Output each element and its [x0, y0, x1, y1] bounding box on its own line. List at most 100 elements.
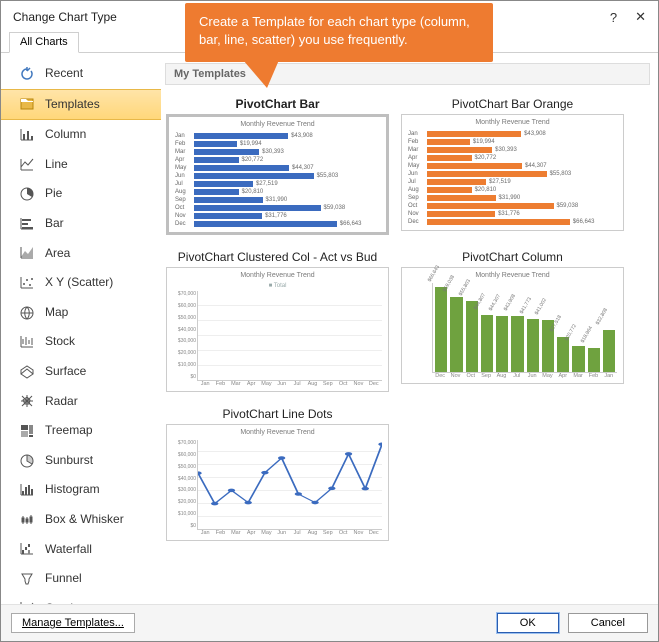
sidebar-item-label: Templates	[45, 94, 100, 116]
col-bar: $44,807	[481, 315, 493, 372]
bar-row: Nov $31,776	[408, 210, 617, 218]
chart-subtitle: Monthly Revenue Trend	[175, 121, 380, 128]
chart-type-icon	[19, 96, 35, 112]
ok-button[interactable]: OK	[497, 613, 559, 633]
bar-row: Apr $20,772	[408, 154, 617, 162]
template-thumb[interactable]: PivotChart Bar Monthly Revenue Trend Jan…	[165, 93, 390, 236]
chart-type-icon	[19, 127, 35, 143]
sidebar-item-histogram[interactable]: Histogram	[1, 475, 161, 505]
sidebar-item-bar[interactable]: Bar	[1, 209, 161, 239]
gallery-heading: My Templates	[165, 63, 650, 85]
chart-type-icon	[19, 157, 35, 173]
sidebar-item-line[interactable]: Line	[1, 150, 161, 180]
chart-type-icon	[19, 393, 35, 409]
chart-type-icon	[19, 216, 35, 232]
cancel-button[interactable]: Cancel	[568, 613, 648, 633]
chart-type-icon	[19, 186, 35, 202]
sidebar-item-templates[interactable]: Templates	[1, 89, 161, 121]
column-chart-area: $66,643$59,038$55,803$44,807$44,307$43,9…	[432, 283, 617, 373]
bar-row: Jun $55,803	[408, 170, 617, 178]
close-button[interactable]: ✕	[635, 9, 646, 25]
sidebar-item-recent[interactable]: Recent	[1, 59, 161, 89]
bar-row: May $44,307	[408, 162, 617, 170]
chart-subtitle: Monthly Revenue Trend	[408, 119, 617, 126]
sidebar-item-surface[interactable]: Surface	[1, 357, 161, 387]
sidebar-item-label: Area	[45, 243, 70, 265]
sidebar-item-stock[interactable]: Stock	[1, 327, 161, 357]
bar-row: Nov $31,776	[175, 212, 380, 220]
col-bar: $20,772	[572, 346, 584, 372]
bar-row: Jul $27,519	[408, 178, 617, 186]
sidebar-item-label: Line	[45, 154, 68, 176]
bar-row: Mar $30,393	[175, 148, 380, 156]
sidebar-item-label: Box & Whisker	[45, 509, 124, 531]
thumb-title: PivotChart Clustered Col - Act vs Bud	[166, 247, 389, 267]
chart-subtitle: Monthly Revenue Trend	[408, 272, 617, 279]
sidebar-item-treemap[interactable]: Treemap	[1, 416, 161, 446]
sidebar-item-label: Pie	[45, 183, 62, 205]
col-bar: $59,038	[450, 297, 462, 372]
sidebar-item-x-y-scatter-[interactable]: X Y (Scatter)	[1, 268, 161, 298]
sidebar-item-label: Column	[45, 124, 86, 146]
chart-type-icon	[19, 245, 35, 261]
chart-preview: Monthly Revenue Trend $66,643$59,038$55,…	[401, 267, 624, 384]
thumb-title: PivotChart Bar	[166, 94, 389, 114]
col-bar: $32,808	[603, 330, 615, 372]
tab-all-charts[interactable]: All Charts	[9, 32, 79, 53]
bar-row: Mar $30,393	[408, 146, 617, 154]
chart-preview: Monthly Revenue Trend ■ Total $0$10,000$…	[166, 267, 389, 392]
sidebar-item-label: Radar	[45, 391, 78, 413]
help-button[interactable]: ?	[610, 10, 617, 25]
sidebar-item-waterfall[interactable]: Waterfall	[1, 535, 161, 565]
sidebar-item-label: X Y (Scatter)	[45, 272, 113, 294]
chart-type-icon	[19, 541, 35, 557]
bar-row: Sep $31,990	[408, 194, 617, 202]
thumb-title: PivotChart Line Dots	[166, 404, 389, 424]
chart-type-icon	[19, 423, 35, 439]
chart-type-icon	[19, 364, 35, 380]
sidebar-item-label: Recent	[45, 63, 83, 85]
bar-row: Sep $31,990	[175, 196, 380, 204]
col-bar: $18,964	[588, 348, 600, 372]
sidebar-item-map[interactable]: Map	[1, 298, 161, 328]
sidebar-item-area[interactable]: Area	[1, 239, 161, 269]
bar-row: May $44,307	[175, 164, 380, 172]
sidebar-item-funnel[interactable]: Funnel	[1, 564, 161, 594]
bar-row: Oct $59,038	[408, 202, 617, 210]
template-thumb[interactable]: PivotChart Column Monthly Revenue Trend …	[400, 246, 625, 393]
template-gallery: My Templates PivotChart Bar Monthly Reve…	[161, 53, 658, 613]
bar-row: Jan $43,908	[175, 132, 380, 140]
sidebar-item-label: Surface	[45, 361, 86, 383]
manage-templates-button[interactable]: Manage Templates...	[11, 613, 135, 633]
sidebar-item-label: Bar	[45, 213, 64, 235]
sidebar-item-radar[interactable]: Radar	[1, 387, 161, 417]
chart-preview: Monthly Revenue Trend Jan $43,908 Feb $1…	[401, 114, 624, 231]
dialog-title: Change Chart Type	[13, 10, 117, 24]
instruction-callout: Create a Template for each chart type (c…	[185, 3, 493, 62]
sidebar-item-column[interactable]: Column	[1, 120, 161, 150]
bar-row: Aug $20,810	[408, 186, 617, 194]
line-chart-area: $0$10,000$20,000$30,000$40,000$50,000$60…	[197, 440, 382, 530]
bar-row: Oct $59,038	[175, 204, 380, 212]
dialog-footer: Manage Templates... OK Cancel	[1, 604, 658, 641]
sidebar-item-sunburst[interactable]: Sunburst	[1, 446, 161, 476]
chart-subtitle: Monthly Revenue Trend	[173, 429, 382, 436]
chart-type-icon	[19, 571, 35, 587]
bar-row: Dec $66,643	[408, 218, 617, 226]
chart-preview: Monthly Revenue Trend $0$10,000$20,000$3…	[166, 424, 389, 541]
chart-type-icon	[19, 275, 35, 291]
template-thumb[interactable]: PivotChart Line Dots Monthly Revenue Tre…	[165, 403, 390, 542]
chart-preview: Monthly Revenue Trend Jan $43,908 Feb $1…	[166, 114, 389, 235]
column-chart-area: $0$10,000$20,000$30,000$40,000$50,000$60…	[197, 291, 382, 381]
chart-type-icon	[19, 482, 35, 498]
col-bar: $43,908	[511, 316, 523, 372]
chart-type-icon	[19, 512, 35, 528]
bar-row: Apr $20,772	[175, 156, 380, 164]
template-thumb[interactable]: PivotChart Clustered Col - Act vs Bud Mo…	[165, 246, 390, 393]
chart-type-icon	[19, 66, 35, 82]
thumb-title: PivotChart Bar Orange	[401, 94, 624, 114]
sidebar-item-box-whisker[interactable]: Box & Whisker	[1, 505, 161, 535]
template-thumb[interactable]: PivotChart Bar Orange Monthly Revenue Tr…	[400, 93, 625, 236]
sidebar-item-pie[interactable]: Pie	[1, 179, 161, 209]
sidebar-item-label: Map	[45, 302, 68, 324]
